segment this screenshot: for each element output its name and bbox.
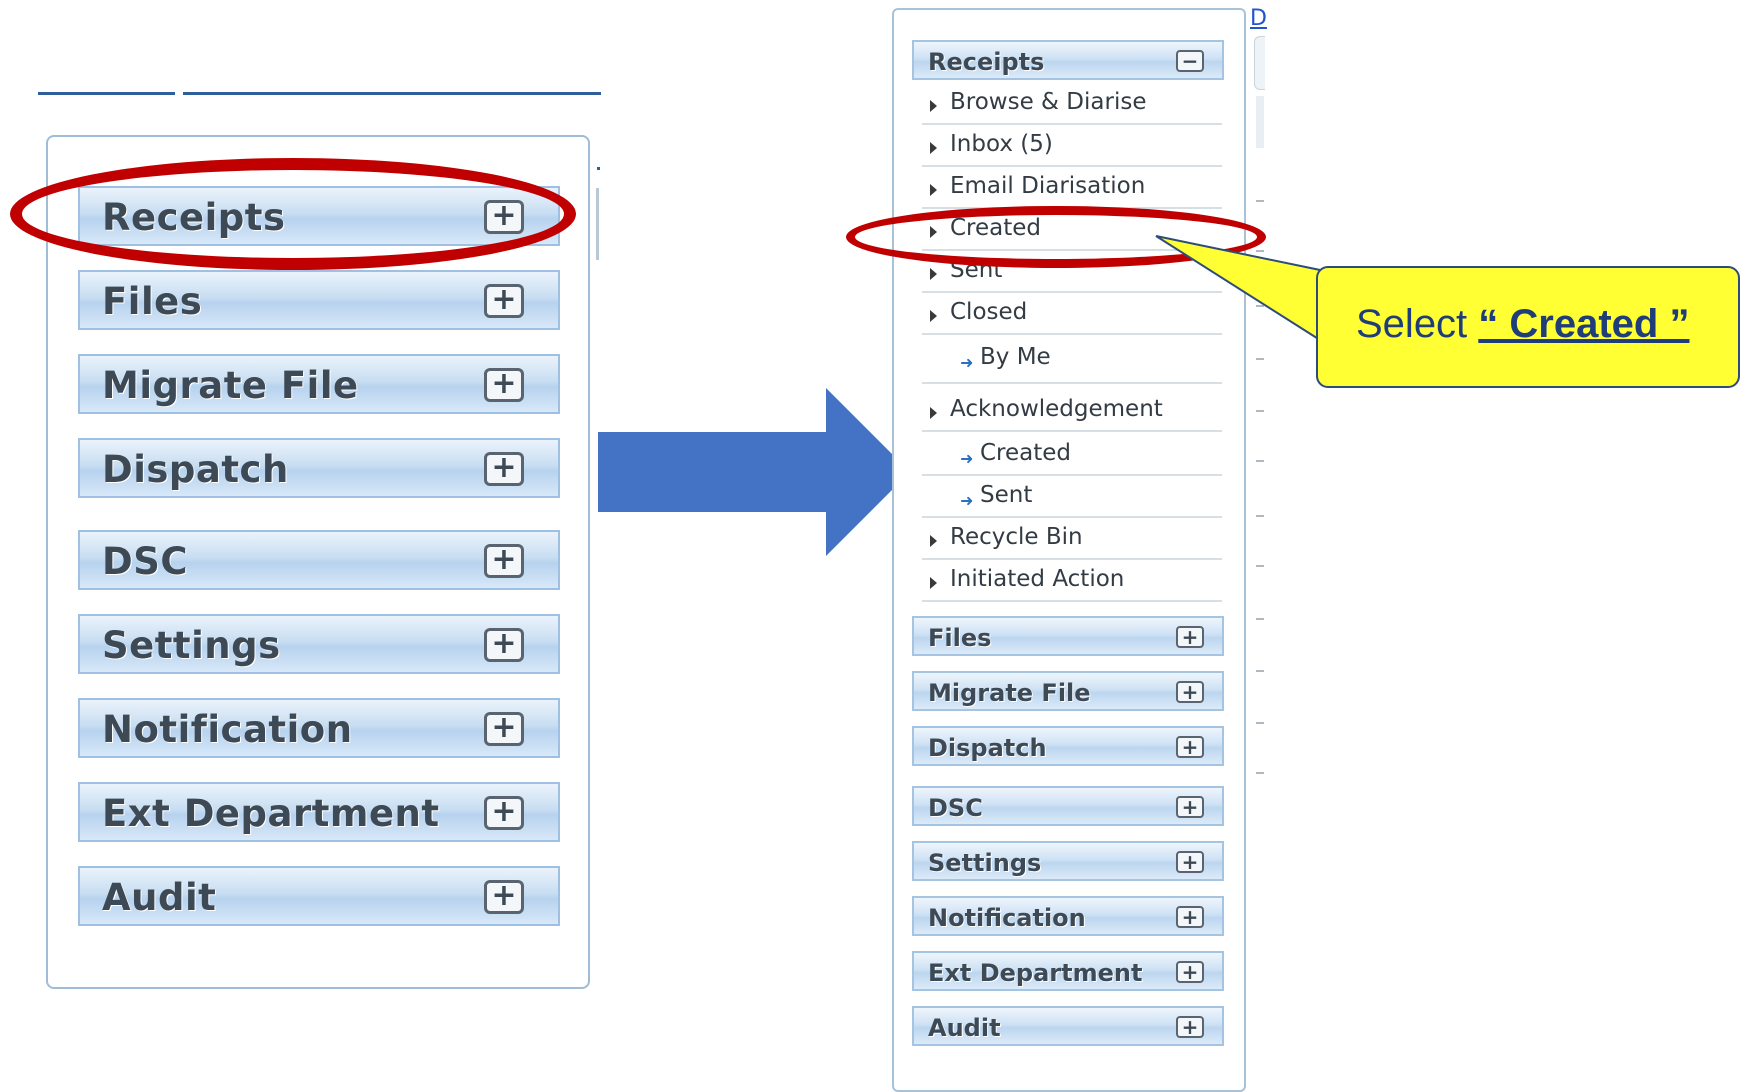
right-header-dispatch[interactable]: Dispatch + bbox=[912, 726, 1224, 766]
caret-right-icon bbox=[930, 142, 937, 154]
header-label: Settings bbox=[102, 624, 281, 667]
left-header-audit[interactable]: Audit + bbox=[78, 866, 560, 926]
menu-item-label: By Me bbox=[980, 344, 1051, 370]
highlight-ring-receipts bbox=[10, 158, 576, 270]
menu-item-label: Browse & Diarise bbox=[950, 89, 1147, 115]
header-label: Receipts bbox=[928, 48, 1045, 76]
menu-item-acknowledgement[interactable]: Acknowledgement bbox=[922, 392, 1222, 432]
expand-icon[interactable]: + bbox=[1176, 961, 1204, 983]
left-header-dispatch[interactable]: Dispatch + bbox=[78, 438, 560, 498]
expand-icon[interactable]: + bbox=[484, 880, 524, 914]
expand-icon[interactable]: + bbox=[1176, 1016, 1204, 1038]
left-link-dot bbox=[597, 167, 600, 170]
bullet-arrow-icon: ➜ bbox=[960, 449, 974, 468]
top-divider-left bbox=[38, 92, 175, 95]
bullet-arrow-icon: ➜ bbox=[960, 491, 974, 510]
instruction-callout: Select “ Created ” bbox=[1316, 266, 1740, 388]
header-label: Dispatch bbox=[928, 734, 1047, 762]
menu-item-label: Inbox (5) bbox=[950, 131, 1053, 157]
left-header-ext-department[interactable]: Ext Department + bbox=[78, 782, 560, 842]
header-label: Notification bbox=[928, 904, 1086, 932]
header-label: Migrate File bbox=[928, 679, 1091, 707]
menu-item-ack-created[interactable]: ➜ Created bbox=[922, 436, 1222, 476]
menu-item-initiated-action[interactable]: Initiated Action bbox=[922, 562, 1222, 602]
menu-item-email-diarisation[interactable]: Email Diarisation bbox=[922, 169, 1222, 209]
right-header-ext-department[interactable]: Ext Department + bbox=[912, 951, 1224, 991]
menu-item-label: Closed bbox=[950, 299, 1028, 325]
header-label: DSC bbox=[928, 794, 983, 822]
caret-right-icon bbox=[930, 184, 937, 196]
side-tab bbox=[1254, 36, 1265, 90]
header-label: Files bbox=[928, 624, 992, 652]
right-header-files[interactable]: Files + bbox=[912, 616, 1224, 656]
header-label: Audit bbox=[928, 1014, 1001, 1042]
menu-item-label: Recycle Bin bbox=[950, 524, 1083, 550]
expand-icon[interactable]: + bbox=[1176, 851, 1204, 873]
expand-icon[interactable]: + bbox=[1176, 626, 1204, 648]
left-scrollbar[interactable] bbox=[596, 188, 599, 260]
menu-item-label: Email Diarisation bbox=[950, 173, 1146, 199]
header-label: Settings bbox=[928, 849, 1042, 877]
header-label: Migrate File bbox=[102, 364, 359, 407]
left-header-notification[interactable]: Notification + bbox=[78, 698, 560, 758]
edge-link[interactable]: D bbox=[1250, 6, 1267, 31]
transition-arrow-body bbox=[598, 432, 826, 512]
menu-item-label: Acknowledgement bbox=[950, 396, 1163, 422]
expand-icon[interactable]: + bbox=[1176, 906, 1204, 928]
header-label: Dispatch bbox=[102, 448, 289, 491]
menu-item-ack-sent[interactable]: ➜ Sent bbox=[922, 478, 1222, 518]
expand-icon[interactable]: + bbox=[484, 544, 524, 578]
menu-item-label: Initiated Action bbox=[950, 566, 1125, 592]
header-label: Ext Department bbox=[102, 792, 440, 835]
top-divider-right bbox=[183, 92, 601, 95]
expand-icon[interactable]: + bbox=[484, 628, 524, 662]
menu-item-recycle-bin[interactable]: Recycle Bin bbox=[922, 520, 1222, 560]
expand-icon[interactable]: + bbox=[484, 796, 524, 830]
expand-icon[interactable]: + bbox=[484, 452, 524, 486]
caret-right-icon bbox=[930, 535, 937, 547]
header-label: Notification bbox=[102, 708, 353, 751]
right-header-settings[interactable]: Settings + bbox=[912, 841, 1224, 881]
right-header-dsc[interactable]: DSC + bbox=[912, 786, 1224, 826]
left-header-files[interactable]: Files + bbox=[78, 270, 560, 330]
header-label: Audit bbox=[102, 876, 217, 919]
menu-item-browse-diarise[interactable]: Browse & Diarise bbox=[922, 85, 1222, 125]
menu-item-label: Created bbox=[980, 440, 1072, 466]
right-header-audit[interactable]: Audit + bbox=[912, 1006, 1224, 1046]
right-header-migrate-file[interactable]: Migrate File + bbox=[912, 671, 1224, 711]
caret-right-icon bbox=[930, 407, 937, 419]
menu-item-inbox[interactable]: Inbox (5) bbox=[922, 127, 1222, 167]
expand-icon[interactable]: + bbox=[1176, 736, 1204, 758]
expand-icon[interactable]: + bbox=[484, 712, 524, 746]
caret-right-icon bbox=[930, 100, 937, 112]
expand-icon[interactable]: + bbox=[484, 368, 524, 402]
header-label: DSC bbox=[102, 540, 189, 583]
caret-right-icon bbox=[930, 310, 937, 322]
caret-right-icon bbox=[930, 577, 937, 589]
side-strip bbox=[1256, 96, 1264, 148]
caret-right-icon bbox=[930, 268, 937, 280]
header-label: Ext Department bbox=[928, 959, 1143, 987]
right-header-notification[interactable]: Notification + bbox=[912, 896, 1224, 936]
right-header-receipts[interactable]: Receipts − bbox=[912, 40, 1224, 80]
callout-prefix: Select bbox=[1356, 302, 1479, 346]
left-panel-gap bbox=[90, 978, 550, 986]
expand-icon[interactable]: + bbox=[1176, 796, 1204, 818]
left-header-migrate-file[interactable]: Migrate File + bbox=[78, 354, 560, 414]
expand-icon[interactable]: + bbox=[484, 284, 524, 318]
left-header-settings[interactable]: Settings + bbox=[78, 614, 560, 674]
collapse-icon[interactable]: − bbox=[1176, 50, 1204, 72]
expand-icon[interactable]: + bbox=[1176, 681, 1204, 703]
header-label: Files bbox=[102, 280, 203, 323]
menu-item-label: Sent bbox=[980, 482, 1033, 508]
callout-emphasis: “ Created ” bbox=[1478, 302, 1690, 346]
callout-text: Select “ Created ” bbox=[1356, 302, 1689, 347]
bullet-arrow-icon: ➜ bbox=[960, 353, 974, 372]
left-header-dsc[interactable]: DSC + bbox=[78, 530, 560, 590]
